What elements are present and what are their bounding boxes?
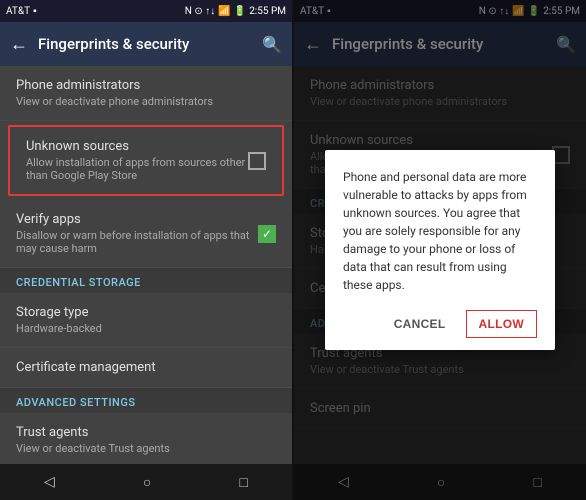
top-bar-left: ← Fingerprints & security 🔍 bbox=[0, 22, 292, 66]
advanced-settings-header: ADVANCED SETTINGS bbox=[0, 388, 292, 413]
dialog-buttons: CANCEL ALLOW bbox=[343, 310, 537, 338]
right-screen: AT&T ▪ N ⊙ ↑↓ 📶 🔋 2:55 PM ← Fingerprints… bbox=[294, 0, 586, 500]
cert-management-title: Certificate management bbox=[16, 360, 276, 375]
verify-apps-checkbox[interactable]: ✓ bbox=[258, 225, 276, 243]
unknown-sources-title: Unknown sources bbox=[26, 139, 248, 154]
status-bar-right-icons: N ⊙ ↑↓ 📶 🔋 2:55 PM bbox=[185, 6, 286, 17]
verify-apps-title: Verify apps bbox=[16, 212, 258, 227]
carrier-label: AT&T bbox=[6, 6, 30, 17]
dialog-text: Phone and personal data are more vulnera… bbox=[343, 168, 537, 294]
verify-apps-item[interactable]: Verify apps Disallow or warn before inst… bbox=[0, 200, 292, 268]
content-left: Phone administrators View or deactivate … bbox=[0, 66, 292, 464]
notification-icons: N ⊙ ↑↓ bbox=[185, 6, 215, 17]
signal-icon: 📶 bbox=[218, 6, 230, 17]
back-button-left[interactable]: ← bbox=[10, 34, 28, 55]
sim-icon: ▪ bbox=[33, 6, 37, 17]
trust-agents-subtitle: View or deactivate Trust agents bbox=[16, 442, 276, 455]
cert-management-item[interactable]: Certificate management bbox=[0, 348, 292, 388]
phone-admin-subtitle: View or deactivate phone administrators bbox=[16, 95, 276, 108]
unknown-sources-subtitle: Allow installation of apps from sources … bbox=[26, 156, 248, 182]
verify-apps-row: Verify apps Disallow or warn before inst… bbox=[16, 212, 276, 255]
phone-admin-item[interactable]: Phone administrators View or deactivate … bbox=[0, 66, 292, 121]
search-icon-left[interactable]: 🔍 bbox=[262, 35, 282, 54]
time-label: 2:55 PM bbox=[249, 6, 286, 17]
allow-button[interactable]: ALLOW bbox=[466, 310, 538, 338]
nav-home-left[interactable]: ○ bbox=[133, 470, 161, 495]
status-bar-left-icons: AT&T ▪ bbox=[6, 6, 37, 17]
storage-type-title: Storage type bbox=[16, 305, 276, 320]
phone-admin-title: Phone administrators bbox=[16, 78, 276, 93]
warning-dialog: Phone and personal data are more vulnera… bbox=[325, 150, 555, 350]
nav-recent-left[interactable]: □ bbox=[229, 470, 257, 495]
verify-apps-text: Verify apps Disallow or warn before inst… bbox=[16, 212, 258, 255]
unknown-sources-checkbox[interactable] bbox=[248, 152, 266, 170]
storage-type-item[interactable]: Storage type Hardware-backed bbox=[0, 293, 292, 348]
battery-icon: 🔋 bbox=[234, 6, 246, 17]
cancel-button[interactable]: CANCEL bbox=[382, 310, 458, 338]
nav-bar-left: ◁ ○ □ bbox=[0, 464, 292, 500]
left-screen: AT&T ▪ N ⊙ ↑↓ 📶 🔋 2:55 PM ← Fingerprints… bbox=[0, 0, 292, 500]
nav-back-left[interactable]: ◁ bbox=[34, 470, 65, 494]
trust-agents-item[interactable]: Trust agents View or deactivate Trust ag… bbox=[0, 413, 292, 464]
trust-agents-title: Trust agents bbox=[16, 425, 276, 440]
storage-type-subtitle: Hardware-backed bbox=[16, 322, 276, 335]
unknown-sources-highlight: Unknown sources Allow installation of ap… bbox=[8, 125, 284, 196]
dialog-overlay: Phone and personal data are more vulnera… bbox=[294, 0, 586, 500]
verify-apps-subtitle: Disallow or warn before installation of … bbox=[16, 229, 258, 255]
credential-storage-header: CREDENTIAL STORAGE bbox=[0, 268, 292, 293]
status-bar-left: AT&T ▪ N ⊙ ↑↓ 📶 🔋 2:55 PM bbox=[0, 0, 292, 22]
unknown-sources-row: Unknown sources Allow installation of ap… bbox=[26, 139, 266, 182]
unknown-sources-item[interactable]: Unknown sources Allow installation of ap… bbox=[10, 127, 282, 194]
unknown-sources-text: Unknown sources Allow installation of ap… bbox=[26, 139, 248, 182]
page-title-left: Fingerprints & security bbox=[38, 35, 252, 53]
